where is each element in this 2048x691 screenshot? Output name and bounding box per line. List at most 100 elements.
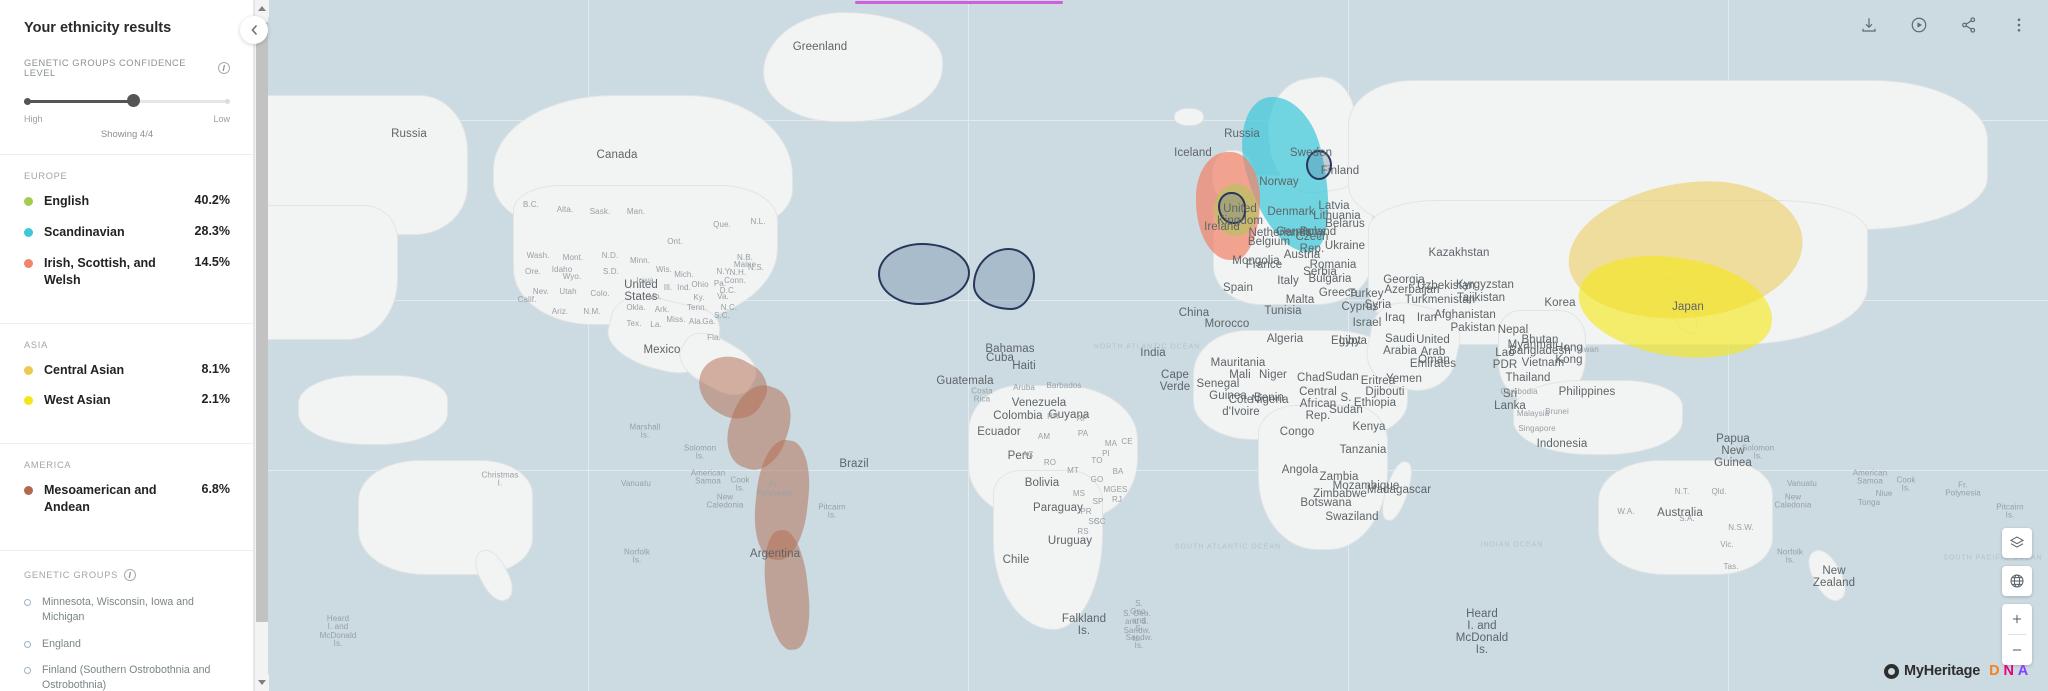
map-toolbar	[1858, 14, 2030, 36]
ethnicity-name: West Asian	[44, 393, 111, 408]
sidebar-scrollbar[interactable]	[254, 0, 269, 691]
ethnicity-row[interactable]: Scandinavian 28.3%	[24, 224, 230, 241]
confidence-level-label: GENETIC GROUPS CONFIDENCE LEVEL i	[24, 58, 230, 78]
scroll-down-arrow[interactable]	[255, 674, 269, 691]
ethnicity-color-dot	[24, 396, 33, 406]
brand-dna-n: N	[2003, 663, 2014, 679]
ethnicity-name: Scandinavian	[44, 224, 125, 239]
ethnicity-color-dot	[24, 365, 33, 375]
map-country-label: India	[1140, 346, 1166, 359]
genetic-group-item[interactable]: Minnesota, Wisconsin, Iowa and Michigan	[24, 595, 230, 626]
zoom-out-icon[interactable]	[2002, 635, 2032, 665]
region-mesoamerican-andean[interactable]	[759, 528, 815, 652]
map-subregion-label: Pitcairn Is.	[818, 502, 846, 520]
genetic-group-item[interactable]: Finland (Southern Ostrobothnia and Ostro…	[24, 663, 230, 691]
slider-label-high: High	[24, 114, 43, 124]
landmass-africa	[1258, 405, 1388, 550]
ethnicity-color-dot	[24, 197, 33, 206]
confidence-level-slider[interactable]	[24, 94, 230, 108]
map-country-label: Brazil	[839, 457, 869, 470]
ethnicity-group-heading: AMERICA	[24, 460, 72, 471]
map-subregion-label: American Samoa	[1852, 468, 1888, 486]
genetic-group-outline-french-canadians[interactable]	[973, 248, 1035, 310]
landmass-australia	[1598, 460, 1773, 575]
ethnicity-sections: EUROPE English 40.2% Scandinavian 28.3% Irish…	[0, 155, 253, 536]
ethnicity-row[interactable]: Mesoamerican and Andean 6.8%	[24, 482, 230, 516]
app-root: Greenland Canada Russia Russia United States…	[0, 0, 2048, 691]
genetic-group-bullet-icon	[24, 667, 31, 675]
map-country-label: Heard I. and McDonald Is.	[1455, 607, 1509, 657]
myheritage-mark-icon	[1883, 663, 1899, 679]
genetic-groups-heading: GENETIC GROUPS i	[24, 569, 230, 581]
map-country-label: Bahamas	[985, 342, 1035, 355]
ethnicity-percent: 14.5%	[194, 254, 230, 269]
genetic-group-label: Minnesota, Wisconsin, Iowa and Michigan	[42, 596, 194, 624]
ethnicity-percent: 6.8%	[201, 482, 231, 497]
map-subregion-label: Norfolk Is.	[1776, 547, 1804, 565]
info-icon[interactable]: i	[218, 62, 230, 74]
map-subregion-label: Vanuatu	[1787, 478, 1817, 488]
map-layers-control[interactable]	[2002, 528, 2032, 558]
genetic-groups-list: Minnesota, Wisconsin, Iowa and Michigan E…	[24, 595, 230, 691]
ethnicity-group-america: AMERICA Mesoamerican and Andean 6.8%	[0, 444, 253, 536]
ethnicity-color-dot	[24, 258, 33, 268]
graticule-line	[268, 470, 2048, 471]
scrollbar-thumb[interactable]	[256, 22, 268, 622]
map-subregion-label: Tonga	[1857, 497, 1881, 507]
genetic-group-item[interactable]: England	[24, 637, 230, 652]
map-subregion-label: Niue	[1875, 488, 1893, 498]
world-map[interactable]: Greenland Canada Russia Russia United States…	[268, 0, 2048, 691]
map-country-label: Cuba	[986, 351, 1014, 364]
ethnicity-row[interactable]: Irish, Scottish, and Welsh 14.5%	[24, 255, 230, 289]
genetic-groups-heading-text: GENETIC GROUPS	[24, 570, 118, 580]
ethnicity-group-heading: EUROPE	[24, 171, 68, 181]
map-ocean-label: South Atlantic Ocean	[1174, 543, 1282, 551]
ethnicity-row[interactable]: West Asian 2.1%	[24, 392, 230, 409]
confidence-level-text: GENETIC GROUPS CONFIDENCE LEVEL	[24, 58, 186, 78]
map-subregion-label: New Caledonia	[1774, 492, 1812, 510]
ethnicity-percent: 8.1%	[201, 361, 231, 376]
map-country-label: China	[1178, 306, 1210, 319]
slider-handle[interactable]	[126, 94, 140, 107]
share-icon[interactable]	[1958, 14, 1980, 36]
globe-icon[interactable]	[2002, 566, 2032, 596]
ethnicity-name: Irish, Scottish, and Welsh	[44, 255, 156, 287]
ethnicity-group-europe: EUROPE English 40.2% Scandinavian 28.3% Irish…	[0, 155, 253, 309]
info-icon[interactable]: i	[124, 569, 136, 581]
ethnicity-row[interactable]: Central Asian 8.1%	[24, 362, 230, 379]
map-globe-control[interactable]	[2002, 566, 2032, 596]
map-zoom-control[interactable]	[2002, 604, 2032, 665]
genetic-group-outline-minnesota-wisconsin-iowa-michigan[interactable]	[878, 243, 970, 305]
map-subregion-label: S. Geo. and S. Sandw. Is.	[1125, 598, 1153, 650]
layers-icon[interactable]	[2002, 528, 2032, 558]
confidence-level-section: GENETIC GROUPS CONFIDENCE LEVEL i High L…	[0, 36, 253, 140]
landmass-south-america	[993, 470, 1103, 630]
download-icon[interactable]	[1858, 14, 1880, 36]
landmass-australia-wrap	[358, 460, 533, 575]
landmass-asia-wrap	[268, 205, 398, 340]
ethnicity-name: Mesoamerican and Andean	[44, 483, 157, 515]
more-options-icon[interactable]	[2008, 14, 2030, 36]
brand-name: MyHeritage	[1903, 663, 1981, 679]
ethnicity-row[interactable]: English 40.2%	[24, 193, 230, 210]
chevron-left-icon	[250, 24, 257, 36]
play-video-icon[interactable]	[1908, 14, 1930, 36]
slider-end-labels: High Low	[24, 114, 230, 124]
ethnicity-name: Central Asian	[44, 362, 125, 377]
ethnicity-name: English	[44, 194, 90, 208]
landmass-greenland	[763, 12, 943, 122]
map-subregion-label: Marshall Is.	[629, 422, 661, 440]
genetic-group-label: Finland (Southern Ostrobothnia and Ostro…	[42, 664, 211, 691]
ethnicity-percent: 2.1%	[201, 392, 231, 407]
zoom-in-icon[interactable]	[2002, 604, 2032, 634]
ethnicity-results-sidebar: Your ethnicity results GENETIC GROUPS CO…	[0, 0, 254, 691]
ethnicity-group-heading: ASIA	[24, 339, 48, 350]
map-subregion-label: Vanuatu	[621, 478, 651, 488]
sidebar-collapse-button[interactable]	[240, 16, 268, 44]
genetic-group-outline-finland[interactable]	[1306, 150, 1332, 180]
page-title: Your ethnicity results	[24, 20, 172, 36]
map-subregion-label: Fr. Polynesia	[1945, 480, 1981, 498]
genetic-group-bullet-icon	[24, 599, 31, 606]
genetic-group-outline-england[interactable]	[1218, 192, 1246, 224]
genetic-groups-section: GENETIC GROUPS i Minnesota, Wisconsin, I…	[0, 551, 253, 691]
